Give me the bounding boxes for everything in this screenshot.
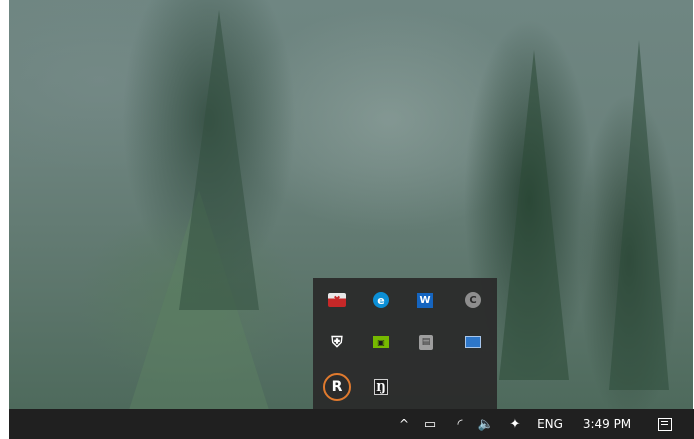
tray-item-r-app[interactable]: R [317, 370, 357, 404]
wallpaper-tree [499, 50, 569, 380]
action-center-button[interactable] [653, 409, 677, 439]
tray-item-storage-app[interactable]: ▤ [406, 325, 446, 359]
tray-item-nvidia[interactable]: ▣ [361, 325, 401, 359]
network-status-button[interactable]: ◜ [449, 409, 471, 439]
show-hidden-icons-button[interactable]: ^ [394, 409, 414, 439]
battery-plug-icon: ▭ [423, 416, 437, 432]
input-language-button[interactable]: ENG [532, 409, 568, 439]
speaker-volume-icon: 🔈 [477, 416, 495, 432]
tray-overflow-flyout: ✖ e W C ⛨ ▣ ▤ R Ŋ [313, 278, 497, 409]
wifi-icon: ◜ [457, 416, 463, 432]
chevron-up-icon: ^ [398, 417, 410, 431]
r-app-icon: R [323, 373, 351, 401]
hy-app-icon: Ŋ [374, 379, 388, 395]
wallpaper-tree [609, 40, 669, 390]
tray-item-cc-sync[interactable]: C [453, 283, 493, 317]
antivirus-tray-icon: ✖ [328, 293, 346, 307]
waves-audio-icon: W [417, 292, 433, 308]
cc-sync-icon: C [465, 292, 481, 308]
power-status-button[interactable]: ▭ [419, 409, 441, 439]
dropbox-icon: ✦ [509, 416, 521, 432]
volume-button[interactable]: 🔈 [475, 409, 497, 439]
browser-e-icon: e [373, 292, 389, 308]
notification-icon [658, 417, 672, 431]
nvidia-icon: ▣ [373, 336, 389, 348]
storage-app-icon: ▤ [419, 334, 433, 350]
tray-item-waves-audio[interactable]: W [405, 283, 445, 317]
tray-item-windows-security[interactable]: ⛨ [317, 325, 357, 359]
tray-item-display[interactable] [453, 325, 493, 359]
wallpaper-tree [179, 10, 259, 310]
tray-item-hy-app[interactable]: Ŋ [361, 370, 401, 404]
clock-button[interactable]: 3:49 PM [575, 409, 639, 439]
monitor-icon [465, 336, 481, 348]
taskbar: ^ ▭ ◜ 🔈 ✦ ENG 3:49 PM [9, 409, 694, 439]
windows-security-shield-icon: ⛨ [331, 333, 343, 351]
language-indicator: ENG [537, 417, 563, 431]
clock-time: 3:49 PM [582, 417, 632, 431]
tray-item-browser[interactable]: e [361, 283, 401, 317]
dropbox-tray-button[interactable]: ✦ [505, 409, 525, 439]
tray-item-antivirus[interactable]: ✖ [317, 283, 357, 317]
